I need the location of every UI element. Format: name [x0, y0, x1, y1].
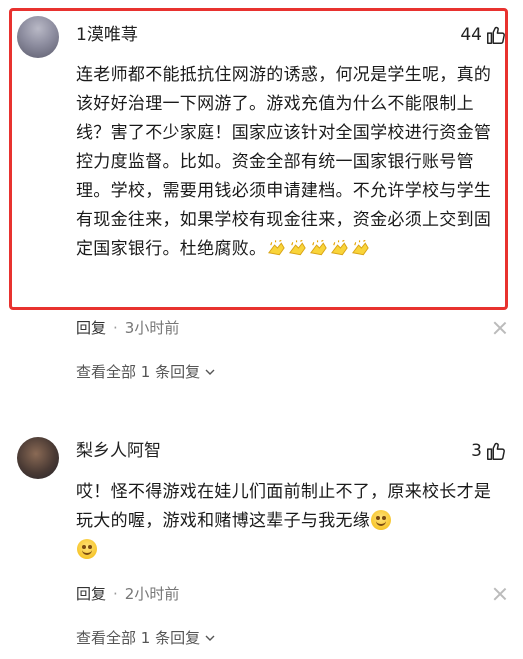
view-all-label: 查看全部 1 条回复	[76, 629, 201, 647]
comment-time: 2小时前	[124, 585, 180, 603]
comment-username[interactable]: 1漠唯荨	[76, 24, 138, 46]
thumbs-up-icon	[487, 26, 505, 44]
thumbs-up-icon	[487, 442, 505, 460]
comment-body: 哎！怪不得游戏在娃儿们面前制止不了，原来校长才是玩大的喔，游戏和赌博这辈子与我无…	[76, 482, 492, 531]
view-all-replies-button[interactable]: 查看全部 1 条回复	[76, 628, 215, 648]
like-button[interactable]: 3	[471, 440, 507, 462]
reply-button[interactable]: 回复	[76, 584, 106, 604]
view-all-label: 查看全部 1 条回复	[76, 363, 201, 381]
like-button[interactable]: 44	[460, 24, 507, 46]
clapping-hands-icon	[352, 239, 370, 256]
comment-time: 3小时前	[124, 319, 180, 337]
like-count: 44	[460, 25, 482, 45]
avatar[interactable]	[17, 16, 59, 58]
close-icon[interactable]	[493, 321, 507, 335]
chevron-down-icon	[205, 635, 215, 641]
clapping-hands-icon	[331, 239, 349, 256]
comment-body: 连老师都不能抵抗住网游的诱惑，何况是学生呢，真的该好好治理一下网游了。游戏充值为…	[76, 65, 492, 259]
clapping-hands-icon	[310, 239, 328, 256]
separator-dot: ·	[113, 319, 118, 337]
emoji-row	[266, 239, 371, 259]
like-count: 3	[471, 441, 482, 461]
comment-meta: 回复 · 3小时前	[76, 318, 179, 338]
smile-face-icon	[371, 510, 392, 530]
comment-username[interactable]: 梨乡人阿智	[76, 440, 161, 462]
chevron-down-icon	[205, 369, 215, 375]
clapping-hands-icon	[289, 239, 307, 256]
comment-text: 哎！怪不得游戏在娃儿们面前制止不了，原来校长才是玩大的喔，游戏和赌博这辈子与我无…	[76, 478, 496, 565]
view-all-replies-button[interactable]: 查看全部 1 条回复	[76, 362, 215, 382]
close-icon[interactable]	[493, 587, 507, 601]
smile-face-icon	[77, 539, 97, 559]
comment-text: 连老师都不能抵抗住网游的诱惑，何况是学生呢，真的该好好治理一下网游了。游戏充值为…	[76, 61, 496, 264]
clapping-hands-icon	[268, 239, 286, 256]
separator-dot: ·	[113, 585, 118, 603]
avatar[interactable]	[17, 437, 59, 479]
comment-meta: 回复 · 2小时前	[76, 584, 179, 604]
reply-button[interactable]: 回复	[76, 318, 106, 338]
